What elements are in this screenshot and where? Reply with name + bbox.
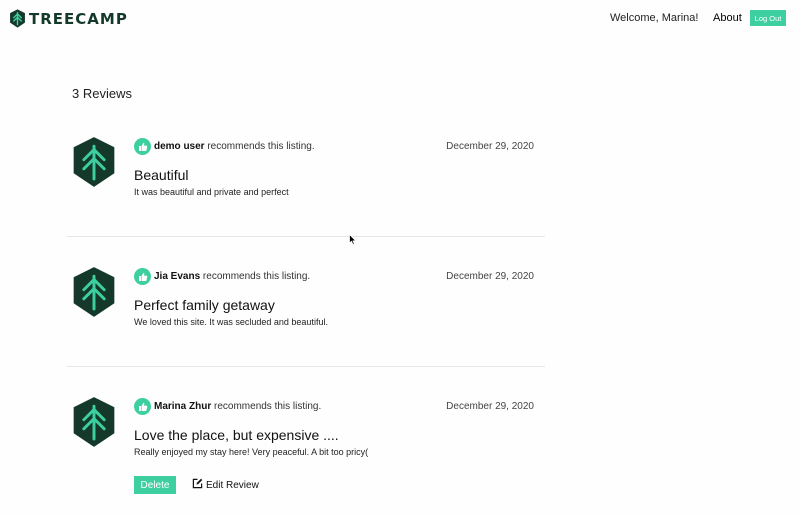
tree-logo-icon (9, 9, 26, 28)
about-link[interactable]: About (713, 12, 742, 24)
avatar (71, 136, 117, 188)
reviews-count-heading: 3 Reviews (72, 86, 132, 101)
tree-avatar-icon (73, 267, 115, 317)
welcome-message: Welcome, Marina! (610, 12, 699, 24)
edit-pencil-icon (192, 478, 203, 492)
recommendation-line: demo user recommends this listing. (154, 141, 315, 152)
recommend-text: recommends this listing. (211, 401, 322, 412)
recommend-text: recommends this listing. (200, 271, 311, 282)
delete-review-button[interactable]: Delete (134, 476, 176, 494)
review-date: December 29, 2020 (446, 271, 534, 282)
review-body: Really enjoyed my stay here! Very peacef… (134, 447, 369, 457)
tree-avatar-icon (73, 397, 115, 447)
recommend-text: recommends this listing. (204, 141, 315, 152)
review-body: We loved this site. It was secluded and … (134, 317, 328, 327)
review-body: It was beautiful and private and perfect (134, 187, 289, 197)
recommendation-line: Jia Evans recommends this listing. (154, 271, 310, 282)
logout-button[interactable]: Log Out (750, 10, 786, 26)
logo[interactable]: TREECAMP (9, 9, 128, 28)
edit-review-label: Edit Review (206, 479, 259, 491)
recommendation-line: Marina Zhur recommends this listing. (154, 401, 321, 412)
review-divider (67, 236, 545, 237)
edit-review-button[interactable]: Edit Review (192, 478, 259, 492)
thumbs-up-icon (134, 268, 151, 285)
mouse-pointer-icon (349, 232, 357, 250)
review-title: Perfect family getaway (134, 297, 275, 313)
review-item: Marina Zhur recommends this listing. Dec… (67, 386, 545, 516)
reviewer-name: demo user (154, 141, 205, 152)
reviewer-name: Jia Evans (154, 271, 201, 282)
thumbs-up-icon (134, 138, 151, 155)
logo-text: TREECAMP (29, 9, 128, 28)
review-divider (67, 366, 545, 367)
thumbs-up-icon (134, 398, 151, 415)
review-title: Beautiful (134, 167, 189, 183)
review-date: December 29, 2020 (446, 401, 534, 412)
review-date: December 29, 2020 (446, 141, 534, 152)
avatar (71, 396, 117, 448)
reviewer-name: Marina Zhur (154, 401, 212, 412)
review-title: Love the place, but expensive .... (134, 427, 339, 443)
avatar (71, 266, 117, 318)
tree-avatar-icon (73, 137, 115, 187)
